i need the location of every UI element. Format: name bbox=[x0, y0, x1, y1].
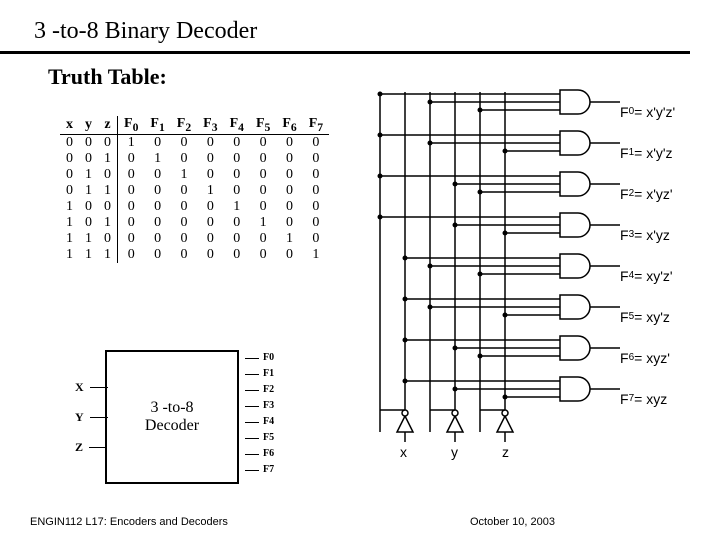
table-row: 10000001000 bbox=[60, 199, 329, 215]
truth-table: xyzF0F1F2F3F4F5F6F7 00010000000001010000… bbox=[60, 116, 329, 263]
block-output: F0 bbox=[245, 350, 274, 366]
truth-table-header: F6 bbox=[276, 116, 302, 134]
table-row: 00101000000 bbox=[60, 151, 329, 167]
block-input: Y bbox=[75, 402, 108, 432]
input-z: z bbox=[502, 444, 509, 460]
input-y: y bbox=[451, 444, 458, 460]
slide-title: 3 -to-8 Binary Decoder bbox=[0, 0, 690, 54]
truth-table-body: 0001000000000101000000010001000000110001… bbox=[60, 134, 329, 263]
truth-table-header: F4 bbox=[224, 116, 250, 134]
decoder-block: 3 -to-8 Decoder bbox=[105, 350, 239, 484]
truth-table-header: F3 bbox=[197, 116, 223, 134]
gate-output-label: F2 = x'yz' bbox=[620, 173, 675, 214]
footer-left: ENGIN112 L17: Encoders and Decoders bbox=[30, 516, 228, 528]
gate-output-label: F7 = xyz bbox=[620, 378, 675, 419]
circuit-input-labels: x y z bbox=[400, 444, 509, 460]
truth-table-header: F2 bbox=[171, 116, 197, 134]
decoder-block-inputs: XYZ bbox=[75, 372, 108, 462]
table-row: 11100000001 bbox=[60, 247, 329, 263]
footer-right: October 10, 2003 bbox=[470, 516, 555, 528]
block-input: X bbox=[75, 372, 108, 402]
input-x: x bbox=[400, 444, 407, 460]
block-output: F1 bbox=[245, 366, 274, 382]
block-output: F5 bbox=[245, 430, 274, 446]
gate-output-label: F4 = xy'z' bbox=[620, 255, 675, 296]
truth-table-header: x bbox=[60, 116, 79, 134]
block-output: F7 bbox=[245, 462, 274, 478]
truth-table-header: F5 bbox=[250, 116, 276, 134]
block-output: F2 bbox=[245, 382, 274, 398]
block-input: Z bbox=[75, 432, 108, 462]
gate-output-label: F6 = xyz' bbox=[620, 337, 675, 378]
truth-table-header: F1 bbox=[144, 116, 170, 134]
truth-table-header: z bbox=[98, 116, 118, 134]
gate-output-label: F1 = x'y'z bbox=[620, 132, 675, 173]
truth-table-header-row: xyzF0F1F2F3F4F5F6F7 bbox=[60, 116, 329, 134]
table-row: 00010000000 bbox=[60, 134, 329, 151]
decoder-block-label: 3 -to-8 Decoder bbox=[145, 399, 199, 435]
table-row: 10100000100 bbox=[60, 215, 329, 231]
circuit-diagram bbox=[350, 82, 630, 462]
gate-output-label: F0 = x'y'z' bbox=[620, 91, 675, 132]
gate-output-label: F5 = xy'z bbox=[620, 296, 675, 337]
block-output: F3 bbox=[245, 398, 274, 414]
gate-output-label: F3 = x'yz bbox=[620, 214, 675, 255]
table-row: 01100010000 bbox=[60, 183, 329, 199]
gate-output-labels: F0 = x'y'z'F1 = x'y'zF2 = x'yz'F3 = x'yz… bbox=[620, 91, 675, 419]
table-row: 01000100000 bbox=[60, 167, 329, 183]
decoder-block-outputs: F0F1F2F3F4F5F6F7 bbox=[245, 350, 274, 478]
truth-table-header: F7 bbox=[303, 116, 329, 134]
table-row: 11000000010 bbox=[60, 231, 329, 247]
block-output: F6 bbox=[245, 446, 274, 462]
truth-table-header: y bbox=[79, 116, 98, 134]
truth-table-header: F0 bbox=[118, 116, 145, 134]
block-output: F4 bbox=[245, 414, 274, 430]
